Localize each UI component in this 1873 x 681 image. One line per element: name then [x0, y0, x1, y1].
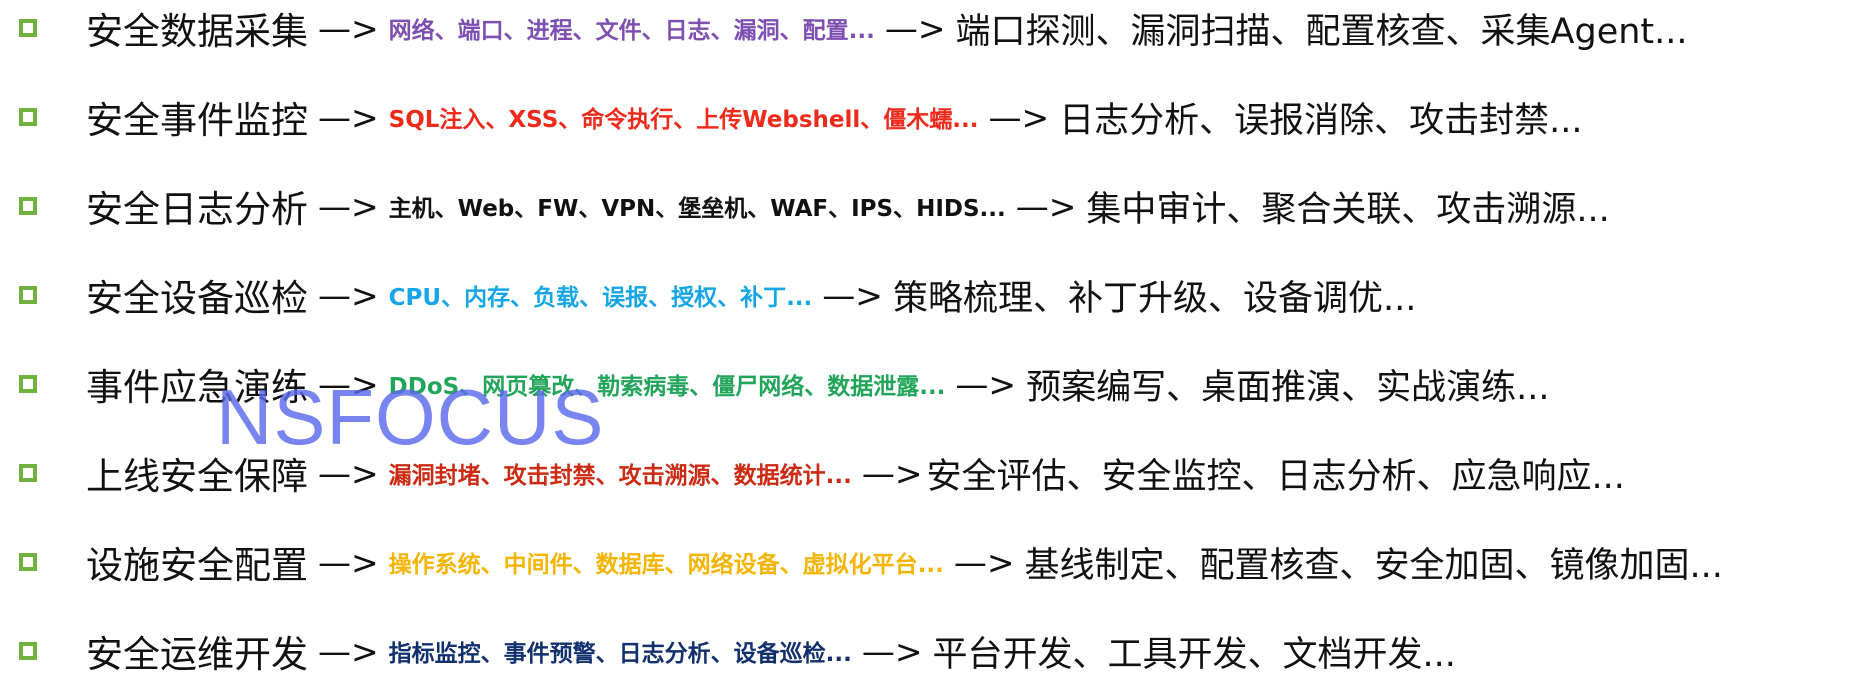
item-title: 安全运维开发	[86, 633, 308, 676]
square-bullet-icon	[19, 108, 37, 126]
arrow-icon: —>	[953, 542, 1015, 582]
arrow-icon: —>	[1015, 186, 1077, 226]
item-title: 安全事件监控	[86, 99, 308, 142]
square-bullet-icon	[19, 19, 37, 37]
square-bullet-icon	[19, 197, 37, 215]
item-title: 事件应急演练	[86, 366, 308, 409]
arrow-icon: —>	[318, 275, 379, 315]
item-result: 集中审计、聚合关联、攻击溯源...	[1086, 189, 1610, 230]
item-title: 安全日志分析	[86, 188, 308, 231]
square-bullet-icon	[19, 553, 37, 571]
item-scope: CPU、内存、负载、误报、授权、补丁...	[388, 285, 813, 311]
square-bullet-icon	[19, 642, 37, 660]
item-scope: 主机、Web、FW、VPN、堡垒机、WAF、IPS、HIDS...	[388, 196, 1006, 222]
arrow-icon: —>	[318, 453, 379, 493]
item-result: 策略梳理、补丁升级、设备调优...	[892, 278, 1417, 319]
arrow-icon: —>	[318, 631, 379, 671]
arrow-icon: —>	[861, 631, 923, 671]
square-bullet-icon	[19, 464, 37, 482]
square-bullet-icon	[19, 286, 37, 304]
arrow-icon: —>	[884, 8, 946, 48]
list-item: 安全运维开发 —> 指标监控、事件预警、日志分析、设备巡检... —> 平台开发…	[0, 621, 1873, 681]
arrow-icon: —>	[861, 453, 923, 493]
item-result: 预案编写、桌面推演、实战演练...	[1026, 367, 1550, 408]
list-item: 安全事件监控 —> SQL注入、XSS、命令执行、上传Webshell、僵木蠕.…	[0, 87, 1873, 147]
arrow-icon: —>	[318, 186, 379, 226]
item-result: 基线制定、配置核查、安全加固、镜像加固...	[1024, 545, 1723, 586]
arrow-icon: —>	[318, 542, 379, 582]
list-item: 事件应急演练 —> DDoS、网页篡改、勒索病毒、僵尸网络、数据泄露... —>…	[0, 354, 1873, 414]
list-item: 安全设备巡检 —> CPU、内存、负载、误报、授权、补丁... —> 策略梳理、…	[0, 265, 1873, 325]
item-scope: 操作系统、中间件、数据库、网络设备、虚拟化平台...	[388, 552, 944, 578]
arrow-icon: —>	[318, 364, 379, 404]
arrow-icon: —>	[955, 364, 1017, 404]
item-scope: SQL注入、XSS、命令执行、上传Webshell、僵木蠕...	[388, 107, 979, 133]
item-title: 上线安全保障	[86, 455, 308, 498]
arrow-icon: —>	[318, 97, 379, 137]
list-item: 上线安全保障 —> 漏洞封堵、攻击封禁、攻击溯源、数据统计... —> 安全评估…	[0, 443, 1873, 503]
arrow-icon: —>	[318, 8, 379, 48]
item-result: 安全评估、安全监控、日志分析、应急响应...	[926, 456, 1625, 497]
item-scope: 指标监控、事件预警、日志分析、设备巡检...	[388, 641, 852, 667]
list-item: 安全日志分析 —> 主机、Web、FW、VPN、堡垒机、WAF、IPS、HIDS…	[0, 176, 1873, 236]
item-scope: DDoS、网页篡改、勒索病毒、僵尸网络、数据泄露...	[388, 374, 946, 400]
square-bullet-icon	[19, 375, 37, 393]
item-scope: 漏洞封堵、攻击封禁、攻击溯源、数据统计...	[388, 463, 852, 489]
item-title: 安全数据采集	[86, 10, 308, 53]
list-item: 安全数据采集 —> 网络、端口、进程、文件、日志、漏洞、配置... —> 端口探…	[0, 0, 1873, 58]
item-result: 端口探测、漏洞扫描、配置核查、采集Agent...	[955, 11, 1688, 52]
list-item: 设施安全配置 —> 操作系统、中间件、数据库、网络设备、虚拟化平台... —> …	[0, 532, 1873, 592]
service-list: 安全数据采集 —> 网络、端口、进程、文件、日志、漏洞、配置... —> 端口探…	[0, 0, 1873, 679]
item-title: 设施安全配置	[86, 544, 308, 587]
arrow-icon: —>	[822, 275, 883, 315]
item-scope: 网络、端口、进程、文件、日志、漏洞、配置...	[388, 18, 875, 44]
item-title: 安全设备巡检	[86, 277, 308, 320]
arrow-icon: —>	[988, 97, 1050, 137]
item-result: 日志分析、误报消除、攻击封禁...	[1059, 100, 1583, 141]
item-result: 平台开发、工具开发、文档开发...	[932, 634, 1456, 675]
